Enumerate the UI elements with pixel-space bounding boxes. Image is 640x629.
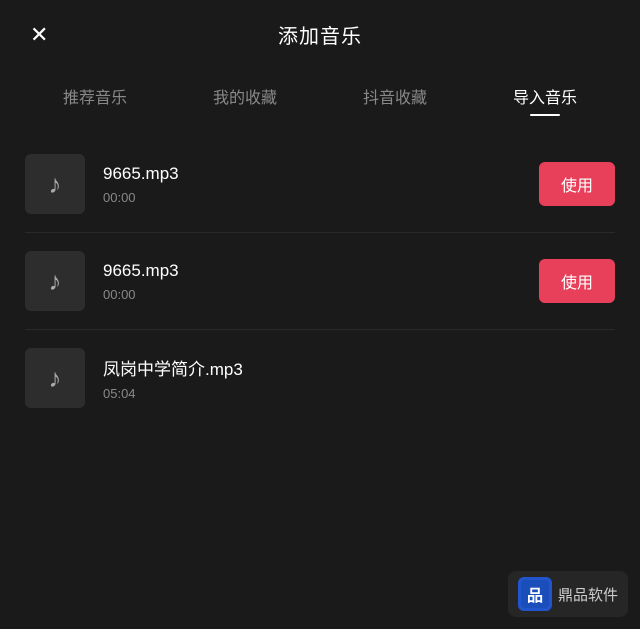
music-thumbnail-1: ♪ (25, 154, 85, 214)
watermark-label: 鼎品软件 (558, 584, 618, 605)
music-note-icon-1: ♪ (49, 169, 62, 200)
music-note-icon-3: ♪ (49, 363, 62, 394)
tab-douyin[interactable]: 抖音收藏 (363, 84, 427, 116)
music-item-3: ♪ 凤岗中学简介.mp3 05:04 (0, 330, 640, 426)
music-thumbnail-2: ♪ (25, 251, 85, 311)
tab-favorites[interactable]: 我的收藏 (213, 84, 277, 116)
music-item-2: ♪ 9665.mp3 00:00 使用 (0, 233, 640, 329)
tab-recommend[interactable]: 推荐音乐 (63, 84, 127, 116)
music-name-1: 9665.mp3 (103, 164, 521, 184)
watermark-icon: 品 (518, 577, 552, 611)
music-info-3: 凤岗中学简介.mp3 05:04 (103, 355, 615, 401)
music-thumbnail-3: ♪ (25, 348, 85, 408)
music-note-icon-2: ♪ (49, 266, 62, 297)
close-button[interactable]: ✕ (30, 24, 48, 46)
header: ✕ 添加音乐 (0, 0, 640, 69)
svg-text:品: 品 (527, 587, 543, 605)
music-info-2: 9665.mp3 00:00 (103, 261, 521, 302)
use-button-1[interactable]: 使用 (539, 162, 615, 206)
music-name-2: 9665.mp3 (103, 261, 521, 281)
page-title: 添加音乐 (278, 20, 362, 49)
watermark: 品 鼎品软件 (508, 571, 628, 617)
music-name-3: 凤岗中学简介.mp3 (103, 355, 615, 380)
watermark-logo-icon: 品 (521, 580, 549, 608)
music-duration-2: 00:00 (103, 287, 521, 302)
music-item-1: ♪ 9665.mp3 00:00 使用 (0, 136, 640, 232)
music-info-1: 9665.mp3 00:00 (103, 164, 521, 205)
use-button-2[interactable]: 使用 (539, 259, 615, 303)
tab-bar: 推荐音乐 我的收藏 抖音收藏 导入音乐 (0, 69, 640, 116)
tab-import[interactable]: 导入音乐 (513, 84, 577, 116)
music-duration-1: 00:00 (103, 190, 521, 205)
music-list: ♪ 9665.mp3 00:00 使用 ♪ 9665.mp3 00:00 使用 … (0, 126, 640, 436)
music-duration-3: 05:04 (103, 386, 615, 401)
